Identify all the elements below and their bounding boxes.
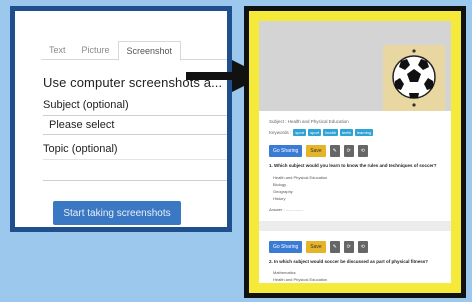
refresh-icon[interactable]: ⟳ [343, 145, 354, 157]
keyword-tag[interactable]: teeth [339, 129, 353, 136]
subject-select[interactable]: Please select [43, 115, 227, 135]
keyword-tag[interactable]: sport [308, 129, 322, 136]
preview-subject: Subject : Health and Physical Education [269, 119, 349, 124]
form-screenshot-frame: Text Picture Screenshot Use computer scr… [10, 6, 232, 232]
edit-icon[interactable]: ✎ [329, 241, 340, 253]
undo-icon[interactable]: ⟲ [357, 145, 368, 157]
sharing-button[interactable]: Go Sharing [269, 241, 303, 253]
q1-option: History [273, 196, 286, 201]
preview-highlight: Subject : Health and Physical Education … [249, 11, 461, 293]
q1-option: Geography [273, 189, 293, 194]
subject-label: Subject (optional) [43, 99, 129, 111]
topic-label: Topic (optional) [43, 143, 118, 155]
topic-input[interactable] [43, 159, 227, 181]
save-button[interactable]: Save [306, 145, 326, 157]
start-screenshots-button[interactable]: Start taking screenshots [53, 201, 181, 225]
preview-keywords: Keywords : sport sport health teeth lear… [269, 129, 374, 136]
sharing-button[interactable]: Go Sharing [269, 145, 303, 157]
form-panel: Text Picture Screenshot Use computer scr… [15, 11, 227, 227]
section-divider [259, 221, 451, 231]
keywords-label: Keywords : [269, 130, 292, 135]
question2-text: 2. In which subject would soccer be disc… [269, 259, 429, 264]
edit-icon[interactable]: ✎ [329, 145, 340, 157]
q1-option: Health and Physical Education [273, 175, 328, 180]
refresh-icon[interactable]: ⟳ [343, 241, 354, 253]
soccer-ball-icon [392, 49, 436, 107]
tab-text[interactable]: Text [41, 41, 74, 59]
preview-screen: Subject : Health and Physical Education … [259, 21, 451, 283]
soccer-ball-image [383, 45, 445, 111]
q2-option: Health and Physical Education [273, 277, 328, 282]
q1-answer: Answer : ................ [269, 207, 304, 212]
preview-frame: Subject : Health and Physical Education … [244, 6, 466, 298]
keyword-tag[interactable]: health [323, 129, 338, 136]
q2-option: Mathematics [273, 270, 296, 275]
save-button[interactable]: Save [306, 241, 326, 253]
undo-icon[interactable]: ⟲ [357, 241, 368, 253]
tab-picture[interactable]: Picture [74, 41, 118, 59]
tab-screenshot[interactable]: Screenshot [117, 41, 182, 61]
question2-toolbar: Go Sharing Save ✎ ⟳ ⟲ [269, 241, 368, 253]
q1-option: Biology [273, 182, 287, 187]
keyword-tag[interactable]: learning [354, 129, 374, 136]
question1-toolbar: Go Sharing Save ✎ ⟳ ⟲ [269, 145, 368, 157]
question1-text: 1. Which subject would you learn to know… [269, 163, 437, 168]
keyword-tag[interactable]: sport [293, 129, 307, 136]
